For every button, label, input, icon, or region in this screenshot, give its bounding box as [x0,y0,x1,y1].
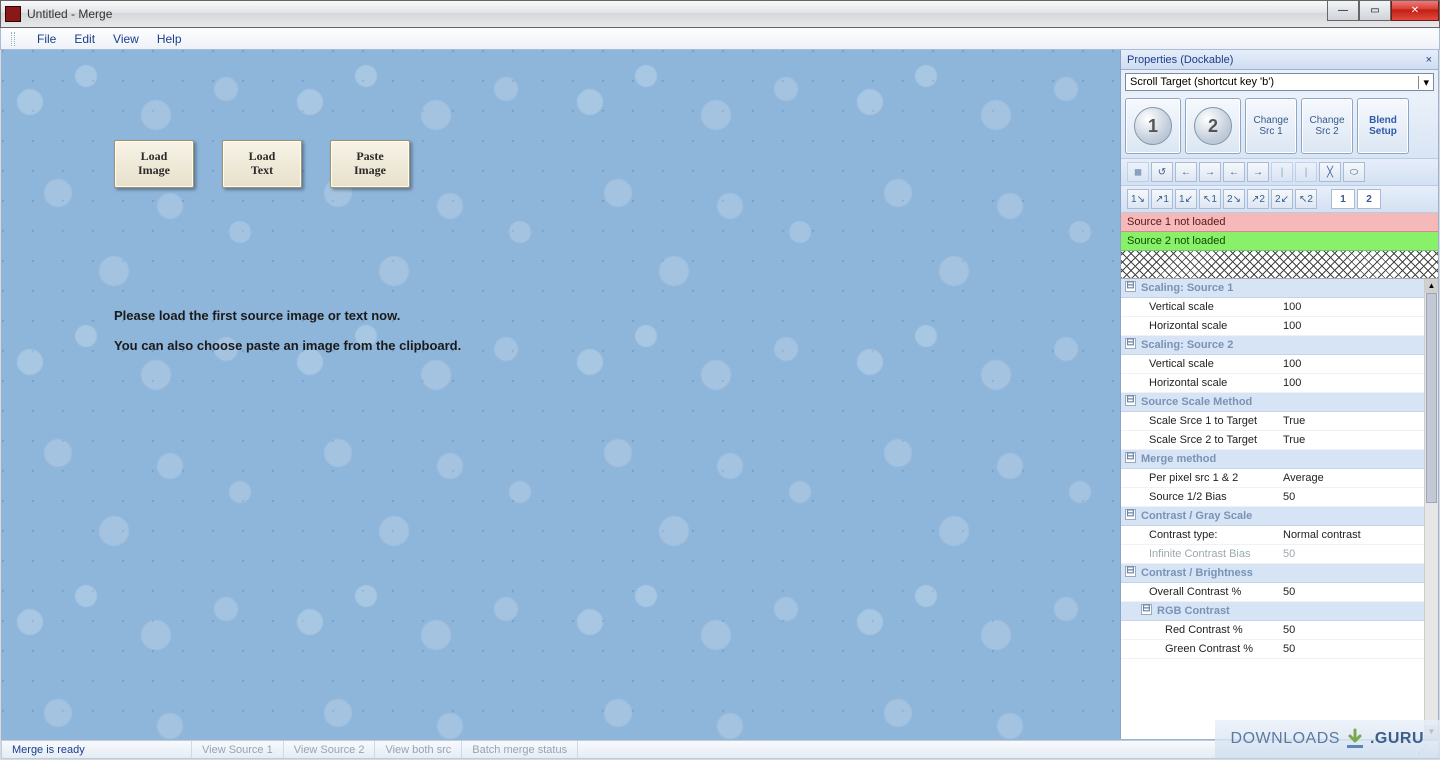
paste-image-button[interactable]: Paste Image [330,140,410,188]
load-text-button[interactable]: Load Text [222,140,302,188]
tool-left-icon[interactable]: ← [1175,162,1197,182]
instruction-line-2: You can also choose paste an image from … [114,338,461,353]
tool-clear-icon[interactable]: ╳ [1319,162,1341,182]
tool-undo-icon[interactable]: ↺ [1151,162,1173,182]
scroll-target-value: Scroll Target (shortcut key 'b') [1130,76,1274,88]
change-src2-button[interactable]: ChangeSrc 2 [1301,98,1353,154]
scroll-target-select[interactable]: Scroll Target (shortcut key 'b') ▾ [1125,73,1434,91]
watermark-text-a: DOWNLOADS [1231,730,1340,748]
blend-setup-button[interactable]: BlendSetup [1357,98,1409,154]
watermark-text-b: .GURU [1370,730,1424,748]
row-s2-hscale[interactable]: Horizontal scale100 [1121,374,1424,393]
cat-scale-method[interactable]: Source Scale Method [1121,393,1424,412]
tool-sep1: | [1271,162,1293,182]
tool-right-icon[interactable]: → [1199,162,1221,182]
scroll-thumb[interactable] [1426,293,1437,503]
toolbar-row-2: 1↘ ↗1 1↙ ↖1 2↘ ↗2 2↙ ↖2 1 2 [1121,186,1438,213]
menu-view[interactable]: View [113,32,139,46]
tool-stop-icon[interactable]: ◼ [1127,162,1149,182]
menu-edit[interactable]: Edit [74,32,95,46]
status-view-src1[interactable]: View Source 1 [192,741,284,758]
chevron-down-icon: ▾ [1418,76,1429,89]
tool-ellipse-icon[interactable]: ⬭ [1343,162,1365,182]
tool-1b-icon[interactable]: ↗1 [1151,189,1173,209]
canvas-area: Load Image Load Text Paste Image Please … [2,50,1120,739]
menubar: File Edit View Help [0,28,1440,50]
row-sm2[interactable]: Scale Srce 2 to TargetTrue [1121,431,1424,450]
menubar-grip [11,32,15,46]
row-s2-vscale[interactable]: Vertical scale100 [1121,355,1424,374]
row-s1-vscale[interactable]: Vertical scale100 [1121,298,1424,317]
row-green[interactable]: Green Contrast %50 [1121,640,1424,659]
status-view-both[interactable]: View both src [375,741,462,758]
source-1-button[interactable]: 1 [1125,98,1181,154]
row-cb1[interactable]: Overall Contrast %50 [1121,583,1424,602]
cat-scaling-src2[interactable]: Scaling: Source 2 [1121,336,1424,355]
row-s1-hscale[interactable]: Horizontal scale100 [1121,317,1424,336]
load-image-button[interactable]: Load Image [114,140,194,188]
grid-scrollbar[interactable]: ▲ ▼ [1424,279,1438,739]
titlebar: Untitled - Merge — ▭ ✕ [0,0,1440,28]
row-mm2[interactable]: Source 1/2 Bias50 [1121,488,1424,507]
status-batch[interactable]: Batch merge status [462,741,578,758]
status-ready: Merge is ready [2,741,192,758]
close-button[interactable]: ✕ [1391,1,1439,21]
watermark: DOWNLOADS .GURU [1215,720,1440,758]
cat-scaling-src1[interactable]: Scaling: Source 1 [1121,279,1424,298]
toolbar-row-1: ◼ ↺ ← → ← → | | ╳ ⬭ [1121,159,1438,186]
instruction-line-1: Please load the first source image or te… [114,308,400,323]
panel-title: Properties (Dockable) [1127,54,1233,66]
download-icon [1344,728,1366,750]
tool-2b-icon[interactable]: ↗2 [1247,189,1269,209]
source-2-status: Source 2 not loaded [1121,232,1438,251]
row-mm1[interactable]: Per pixel src 1 & 2Average [1121,469,1424,488]
tool-1c-icon[interactable]: 1↙ [1175,189,1197,209]
row-red[interactable]: Red Contrast %50 [1121,621,1424,640]
tool-right2-icon[interactable]: → [1247,162,1269,182]
tool-2d-icon[interactable]: ↖2 [1295,189,1317,209]
property-grid: Scaling: Source 1 Vertical scale100 Hori… [1121,279,1438,739]
cat-contrast-bright[interactable]: Contrast / Brightness [1121,564,1424,583]
scroll-up-icon[interactable]: ▲ [1425,279,1438,293]
maximize-button[interactable]: ▭ [1359,1,1391,21]
panel-header: Properties (Dockable) × [1121,50,1438,70]
tool-2a-icon[interactable]: 2↘ [1223,189,1245,209]
source-1-status: Source 1 not loaded [1121,213,1438,232]
cat-merge-method[interactable]: Merge method [1121,450,1424,469]
change-src1-button[interactable]: ChangeSrc 1 [1245,98,1297,154]
status-view-src2[interactable]: View Source 2 [284,741,376,758]
cat-rgb-contrast[interactable]: RGB Contrast [1121,602,1424,621]
tool-2c-icon[interactable]: 2↙ [1271,189,1293,209]
workspace: Load Image Load Text Paste Image Please … [1,50,1439,740]
tool-1a-icon[interactable]: 1↘ [1127,189,1149,209]
cat-contrast-gray[interactable]: Contrast / Gray Scale [1121,507,1424,526]
menu-file[interactable]: File [37,32,56,46]
properties-panel: Properties (Dockable) × Scroll Target (s… [1120,50,1438,739]
row-cg2: Infinite Contrast Bias50 [1121,545,1424,564]
minimize-button[interactable]: — [1327,1,1359,21]
row-sm1[interactable]: Scale Srce 1 to TargetTrue [1121,412,1424,431]
tool-1d-icon[interactable]: ↖1 [1199,189,1221,209]
panel-close-icon[interactable]: × [1426,54,1432,66]
tool-left2-icon[interactable]: ← [1223,162,1245,182]
tool-sep2: | [1295,162,1317,182]
window-title: Untitled - Merge [27,7,112,21]
tool-num-2[interactable]: 2 [1357,189,1381,209]
menu-help[interactable]: Help [157,32,182,46]
row-cg1[interactable]: Contrast type:Normal contrast [1121,526,1424,545]
source-2-button[interactable]: 2 [1185,98,1241,154]
tool-num-1[interactable]: 1 [1331,189,1355,209]
app-icon [5,6,21,22]
preview-hatch [1121,251,1438,279]
